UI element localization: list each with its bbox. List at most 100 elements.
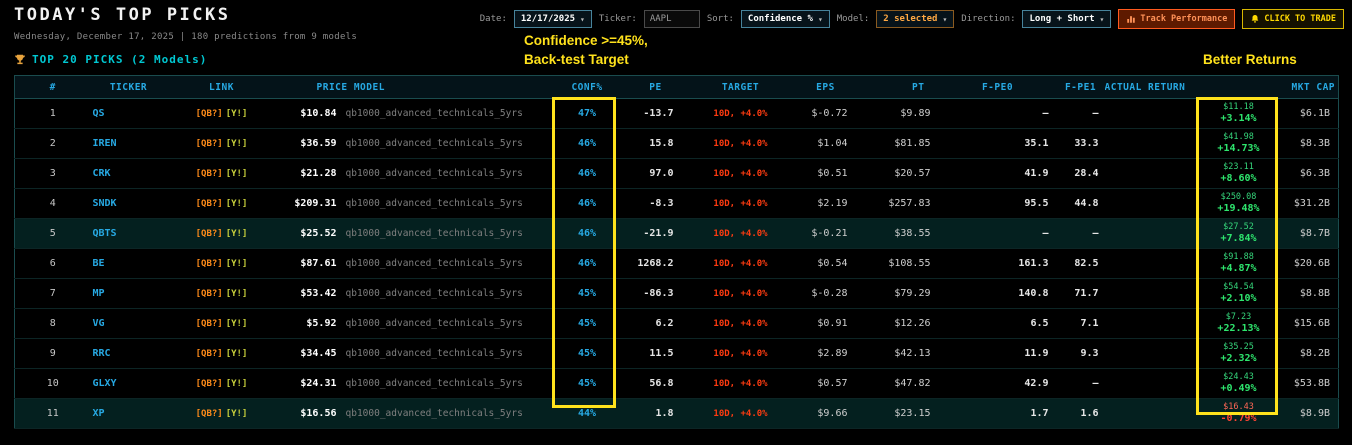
qb-link[interactable]: [QB?] (196, 109, 223, 119)
qb-link[interactable]: [QB?] (196, 409, 223, 419)
eps-cell: $0.51 (795, 158, 856, 189)
ticker-link[interactable]: CRK (90, 158, 167, 189)
mktcap-cell: $20.6B (1288, 248, 1339, 279)
eps-cell: $2.19 (795, 188, 856, 219)
column-header-conf-: CONF% (548, 75, 626, 99)
pe-cell: 11.5 (625, 338, 686, 369)
table-row: 1 QS [QB?] [Y!] $10.84 qb1000_advanced_techni… (14, 98, 1339, 129)
ticker-link[interactable]: QS (90, 98, 167, 129)
rank-cell: 8 (14, 308, 91, 339)
qb-link[interactable]: [QB?] (196, 379, 223, 389)
sort-select[interactable]: Confidence % ▾ (740, 10, 830, 28)
return-percent: +7.84% (1220, 232, 1257, 244)
model-name: qb1000_advanced_technicals_5yrs (345, 108, 523, 119)
table-header-row: # TICKER LINK PRICE MODEL CONF% PE TARGET EPS PT… (14, 75, 1339, 99)
qb-link[interactable]: [QB?] (196, 229, 223, 239)
ticker-link[interactable]: SNDK (90, 188, 167, 219)
target-cell: 10D, +4.0% (685, 188, 796, 219)
date-select[interactable]: 12/17/2025 ▾ (513, 10, 592, 28)
actual-return-cell: $16.43 -0.79% (1104, 398, 1289, 429)
column-header-eps: EPS (795, 75, 856, 99)
model-select[interactable]: 2 selected ▾ (876, 10, 955, 28)
price-model-cell: $87.61 qb1000_advanced_technicals_5yrs (276, 248, 549, 279)
yahoo-link[interactable]: [Y!] (226, 409, 248, 419)
actual-return-cell: $54.54 +2.10% (1104, 278, 1289, 309)
track-performance-button[interactable]: Track Performance (1118, 9, 1236, 29)
target-cell: 10D, +4.0% (685, 158, 796, 189)
yahoo-link[interactable]: [Y!] (226, 139, 248, 149)
eps-cell: $-0.72 (795, 98, 856, 129)
page-subtitle: Wednesday, December 17, 2025 | 180 predi… (14, 32, 358, 42)
yahoo-link[interactable]: [Y!] (226, 349, 248, 359)
mktcap-cell: $8.3B (1288, 128, 1339, 159)
yahoo-link[interactable]: [Y!] (226, 379, 248, 389)
pt-cell: $81.85 (855, 128, 939, 159)
return-percent: -0.79% (1220, 412, 1257, 424)
actual-return-cell: $7.23 +22.13% (1104, 308, 1289, 339)
pt-cell: $257.83 (855, 188, 939, 219)
ticker-link[interactable]: RRC (90, 338, 167, 369)
link-cell: [QB?] [Y!] (166, 218, 277, 249)
picks-table: # TICKER LINK PRICE MODEL CONF% PE TARGET EPS PT… (14, 75, 1339, 429)
pe-cell: 97.0 (625, 158, 686, 189)
fpe0-cell: 140.8 (938, 278, 1057, 309)
qb-link[interactable]: [QB?] (196, 199, 223, 209)
yahoo-link[interactable]: [Y!] (226, 289, 248, 299)
pe-cell: 6.2 (625, 308, 686, 339)
eps-cell: $2.89 (795, 338, 856, 369)
table-row: 8 VG [QB?] [Y!] $5.92 qb1000_advanced_technic… (14, 308, 1339, 339)
actual-return-cell: $250.08 +19.48% (1104, 188, 1289, 219)
price-model-cell: $36.59 qb1000_advanced_technicals_5yrs (276, 128, 549, 159)
target-cell: 10D, +4.0% (685, 278, 796, 309)
qb-link[interactable]: [QB?] (196, 289, 223, 299)
qb-link[interactable]: [QB?] (196, 169, 223, 179)
link-cell: [QB?] [Y!] (166, 308, 277, 339)
column-header-mkt-cap: MKT CAP (1288, 75, 1339, 99)
fpe0-cell: 41.9 (938, 158, 1057, 189)
confidence-cell: 45% (548, 338, 626, 369)
price-value: $53.42 (300, 288, 337, 299)
yahoo-link[interactable]: [Y!] (226, 319, 248, 329)
price-model-cell: $34.45 qb1000_advanced_technicals_5yrs (276, 338, 549, 369)
ticker-link[interactable]: MP (90, 278, 167, 309)
yahoo-link[interactable]: [Y!] (226, 259, 248, 269)
table-row: 7 MP [QB?] [Y!] $53.42 qb1000_advanced_techni… (14, 278, 1339, 309)
column-header--: # (14, 75, 91, 99)
direction-select[interactable]: Long + Short ▾ (1022, 10, 1112, 28)
qb-link[interactable]: [QB?] (196, 349, 223, 359)
yahoo-link[interactable]: [Y!] (226, 229, 248, 239)
rank-cell: 5 (14, 218, 91, 249)
yahoo-link[interactable]: [Y!] (226, 199, 248, 209)
fpe0-cell: — (938, 218, 1057, 249)
ticker-link[interactable]: VG (90, 308, 167, 339)
fpe1-cell: 9.3 (1056, 338, 1105, 369)
mktcap-cell: $6.1B (1288, 98, 1339, 129)
date-label: Date: (479, 14, 507, 24)
click-to-trade-button[interactable]: CLICK TO TRADE (1242, 9, 1344, 29)
model-name: qb1000_advanced_technicals_5yrs (345, 288, 523, 299)
yahoo-link[interactable]: [Y!] (226, 169, 248, 179)
fpe1-cell: — (1056, 218, 1105, 249)
yahoo-link[interactable]: [Y!] (226, 109, 248, 119)
confidence-cell: 45% (548, 278, 626, 309)
fpe0-cell: 95.5 (938, 188, 1057, 219)
ticker-input[interactable] (643, 10, 700, 28)
confidence-cell: 45% (548, 308, 626, 339)
ticker-link[interactable]: BE (90, 248, 167, 279)
section-title-text: TOP 20 PICKS (2 Models) (32, 53, 208, 66)
actual-return-cell: $27.52 +7.84% (1104, 218, 1289, 249)
picks-table-body: 1 QS [QB?] [Y!] $10.84 qb1000_advanced_techni… (14, 98, 1339, 429)
ticker-link[interactable]: IREN (90, 128, 167, 159)
ticker-link[interactable]: XP (90, 398, 167, 429)
return-price: $16.43 (1223, 401, 1254, 412)
rank-cell: 11 (14, 398, 91, 429)
fpe0-cell: 6.5 (938, 308, 1057, 339)
ticker-link[interactable]: QBTS (90, 218, 167, 249)
ticker-link[interactable]: GLXY (90, 368, 167, 399)
qb-link[interactable]: [QB?] (196, 319, 223, 329)
qb-link[interactable]: [QB?] (196, 259, 223, 269)
link-cell: [QB?] [Y!] (166, 188, 277, 219)
qb-link[interactable]: [QB?] (196, 139, 223, 149)
fpe1-cell: 7.1 (1056, 308, 1105, 339)
rank-cell: 1 (14, 98, 91, 129)
